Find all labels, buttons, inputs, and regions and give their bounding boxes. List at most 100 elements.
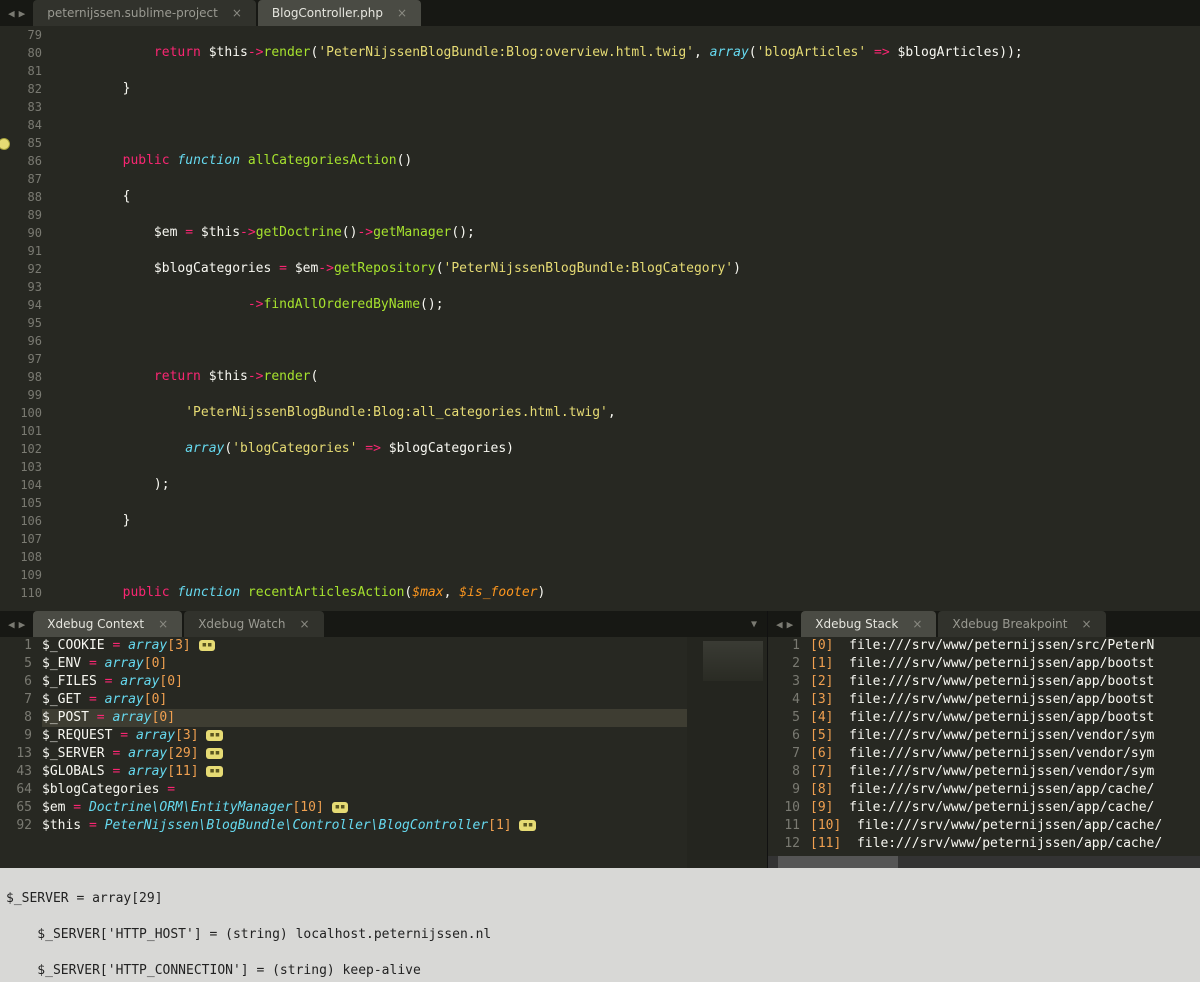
line-number[interactable]: 88 <box>0 188 42 206</box>
stack-row[interactable]: [3] file:///srv/www/peternijssen/app/boo… <box>810 691 1200 709</box>
top-tab-bar: ◀ ▶ peternijssen.sublime-project × BlogC… <box>0 0 1200 26</box>
nav-back-icon[interactable]: ◀ <box>8 618 15 631</box>
line-number[interactable]: 84 <box>0 116 42 134</box>
line-number[interactable]: 100 <box>0 404 42 422</box>
pane-menu-icon[interactable]: ▼ <box>741 619 767 630</box>
nav-back-icon[interactable]: ◀ <box>8 7 15 20</box>
line-number: 9 <box>0 727 32 745</box>
nav-back-icon[interactable]: ◀ <box>776 618 783 631</box>
context-row[interactable]: $_FILES = array[0] <box>42 673 687 691</box>
stack-code[interactable]: [0] file:///srv/www/peternijssen/src/Pet… <box>810 637 1200 856</box>
stack-tab-bar: ◀ ▶ Xdebug Stack× Xdebug Breakpoint× <box>768 611 1200 637</box>
line-number[interactable]: 93 <box>0 278 42 296</box>
line-number[interactable]: 105 <box>0 494 42 512</box>
context-row[interactable]: $_COOKIE = array[3] ▪▪ <box>42 637 687 655</box>
stack-row[interactable]: [0] file:///srv/www/peternijssen/src/Pet… <box>810 637 1200 655</box>
tab-label: BlogController.php <box>272 6 383 20</box>
context-row[interactable]: $blogCategories = <box>42 781 687 799</box>
stack-row[interactable]: [5] file:///srv/www/peternijssen/vendor/… <box>810 727 1200 745</box>
nav-fwd-icon[interactable]: ▶ <box>19 618 26 631</box>
context-row[interactable]: $GLOBALS = array[11] ▪▪ <box>42 763 687 781</box>
line-number[interactable]: 96 <box>0 332 42 350</box>
close-icon[interactable]: × <box>912 617 922 631</box>
line-number[interactable]: 95 <box>0 314 42 332</box>
close-icon[interactable]: × <box>1082 617 1092 631</box>
stack-row[interactable]: [1] file:///srv/www/peternijssen/app/boo… <box>810 655 1200 673</box>
line-number[interactable]: 87 <box>0 170 42 188</box>
line-number: 9 <box>768 781 800 799</box>
line-number: 5 <box>768 709 800 727</box>
main-editor[interactable]: 7980818283848586878889909192939495969798… <box>0 26 1200 611</box>
line-number[interactable]: 103 <box>0 458 42 476</box>
line-number[interactable]: 83 <box>0 98 42 116</box>
context-row[interactable]: $this = PeterNijssen\BlogBundle\Controll… <box>42 817 687 835</box>
line-number[interactable]: 80 <box>0 44 42 62</box>
line-number: 7 <box>0 691 32 709</box>
stack-row[interactable]: [7] file:///srv/www/peternijssen/vendor/… <box>810 763 1200 781</box>
line-number[interactable]: 110 <box>0 584 42 602</box>
line-gutter: 7980818283848586878889909192939495969798… <box>0 26 54 611</box>
stack-row[interactable]: [9] file:///srv/www/peternijssen/app/cac… <box>810 799 1200 817</box>
stack-row[interactable]: [4] file:///srv/www/peternijssen/app/boo… <box>810 709 1200 727</box>
context-row[interactable]: $_REQUEST = array[3] ▪▪ <box>42 727 687 745</box>
nav-fwd-icon[interactable]: ▶ <box>787 618 794 631</box>
line-number[interactable]: 106 <box>0 512 42 530</box>
line-number[interactable]: 82 <box>0 80 42 98</box>
output-line: $_SERVER['HTTP_CONNECTION'] = (string) k… <box>6 962 1194 980</box>
close-icon[interactable]: × <box>299 617 309 631</box>
line-number[interactable]: 108 <box>0 548 42 566</box>
context-tab-bar: ◀ ▶ Xdebug Context× Xdebug Watch× ▼ <box>0 611 767 637</box>
tab-xdebug-watch[interactable]: Xdebug Watch× <box>184 611 323 637</box>
close-icon[interactable]: × <box>232 6 242 20</box>
stack-row[interactable]: [11] file:///srv/www/peternijssen/app/ca… <box>810 835 1200 853</box>
line-number[interactable]: 79 <box>0 26 42 44</box>
context-row[interactable]: $_ENV = array[0] <box>42 655 687 673</box>
close-icon[interactable]: × <box>397 6 407 20</box>
context-editor[interactable]: 1567891343646592 $_COOKIE = array[3] ▪▪$… <box>0 637 767 868</box>
line-number[interactable]: 92 <box>0 260 42 278</box>
line-number: 10 <box>768 799 800 817</box>
line-number: 11 <box>768 817 800 835</box>
minimap[interactable] <box>687 637 767 868</box>
tab-xdebug-stack[interactable]: Xdebug Stack× <box>801 611 936 637</box>
tab-xdebug-breakpoint[interactable]: Xdebug Breakpoint× <box>938 611 1105 637</box>
close-icon[interactable]: × <box>158 617 168 631</box>
line-number: 2 <box>768 655 800 673</box>
tab-blogcontroller[interactable]: BlogController.php × <box>258 0 421 26</box>
line-number[interactable]: 97 <box>0 350 42 368</box>
line-number[interactable]: 101 <box>0 422 42 440</box>
line-number: 4 <box>768 691 800 709</box>
line-number[interactable]: 94 <box>0 296 42 314</box>
stack-editor[interactable]: 123456789101112 [0] file:///srv/www/pete… <box>768 637 1200 856</box>
stack-row[interactable]: [8] file:///srv/www/peternijssen/app/cac… <box>810 781 1200 799</box>
line-number[interactable]: 89 <box>0 206 42 224</box>
tab-xdebug-context[interactable]: Xdebug Context× <box>33 611 182 637</box>
line-number[interactable]: 107 <box>0 530 42 548</box>
line-number[interactable]: 85 <box>0 134 42 152</box>
line-number: 3 <box>768 673 800 691</box>
line-number[interactable]: 90 <box>0 224 42 242</box>
line-number[interactable]: 98 <box>0 368 42 386</box>
stack-row[interactable]: [2] file:///srv/www/peternijssen/app/boo… <box>810 673 1200 691</box>
context-row[interactable]: $em = Doctrine\ORM\EntityManager[10] ▪▪ <box>42 799 687 817</box>
scrollbar-horizontal[interactable] <box>768 856 1200 868</box>
scroll-thumb[interactable] <box>778 856 898 868</box>
line-number[interactable]: 109 <box>0 566 42 584</box>
output-panel[interactable]: $_SERVER = array[29] $_SERVER['HTTP_HOST… <box>0 868 1200 982</box>
context-row[interactable]: $_GET = array[0] <box>42 691 687 709</box>
nav-fwd-icon[interactable]: ▶ <box>19 7 26 20</box>
line-number[interactable]: 102 <box>0 440 42 458</box>
nav-arrows: ◀ ▶ <box>0 7 33 20</box>
line-number[interactable]: 86 <box>0 152 42 170</box>
line-number[interactable]: 91 <box>0 242 42 260</box>
tab-project[interactable]: peternijssen.sublime-project × <box>33 0 256 26</box>
line-number[interactable]: 99 <box>0 386 42 404</box>
context-code[interactable]: $_COOKIE = array[3] ▪▪$_ENV = array[0]$_… <box>42 637 687 868</box>
line-number[interactable]: 104 <box>0 476 42 494</box>
line-number[interactable]: 81 <box>0 62 42 80</box>
stack-row[interactable]: [6] file:///srv/www/peternijssen/vendor/… <box>810 745 1200 763</box>
stack-row[interactable]: [10] file:///srv/www/peternijssen/app/ca… <box>810 817 1200 835</box>
context-row[interactable]: $_SERVER = array[29] ▪▪ <box>42 745 687 763</box>
code-area[interactable]: return $this->render('PeterNijssenBlogBu… <box>54 26 1200 611</box>
context-row[interactable]: $_POST = array[0] <box>42 709 687 727</box>
